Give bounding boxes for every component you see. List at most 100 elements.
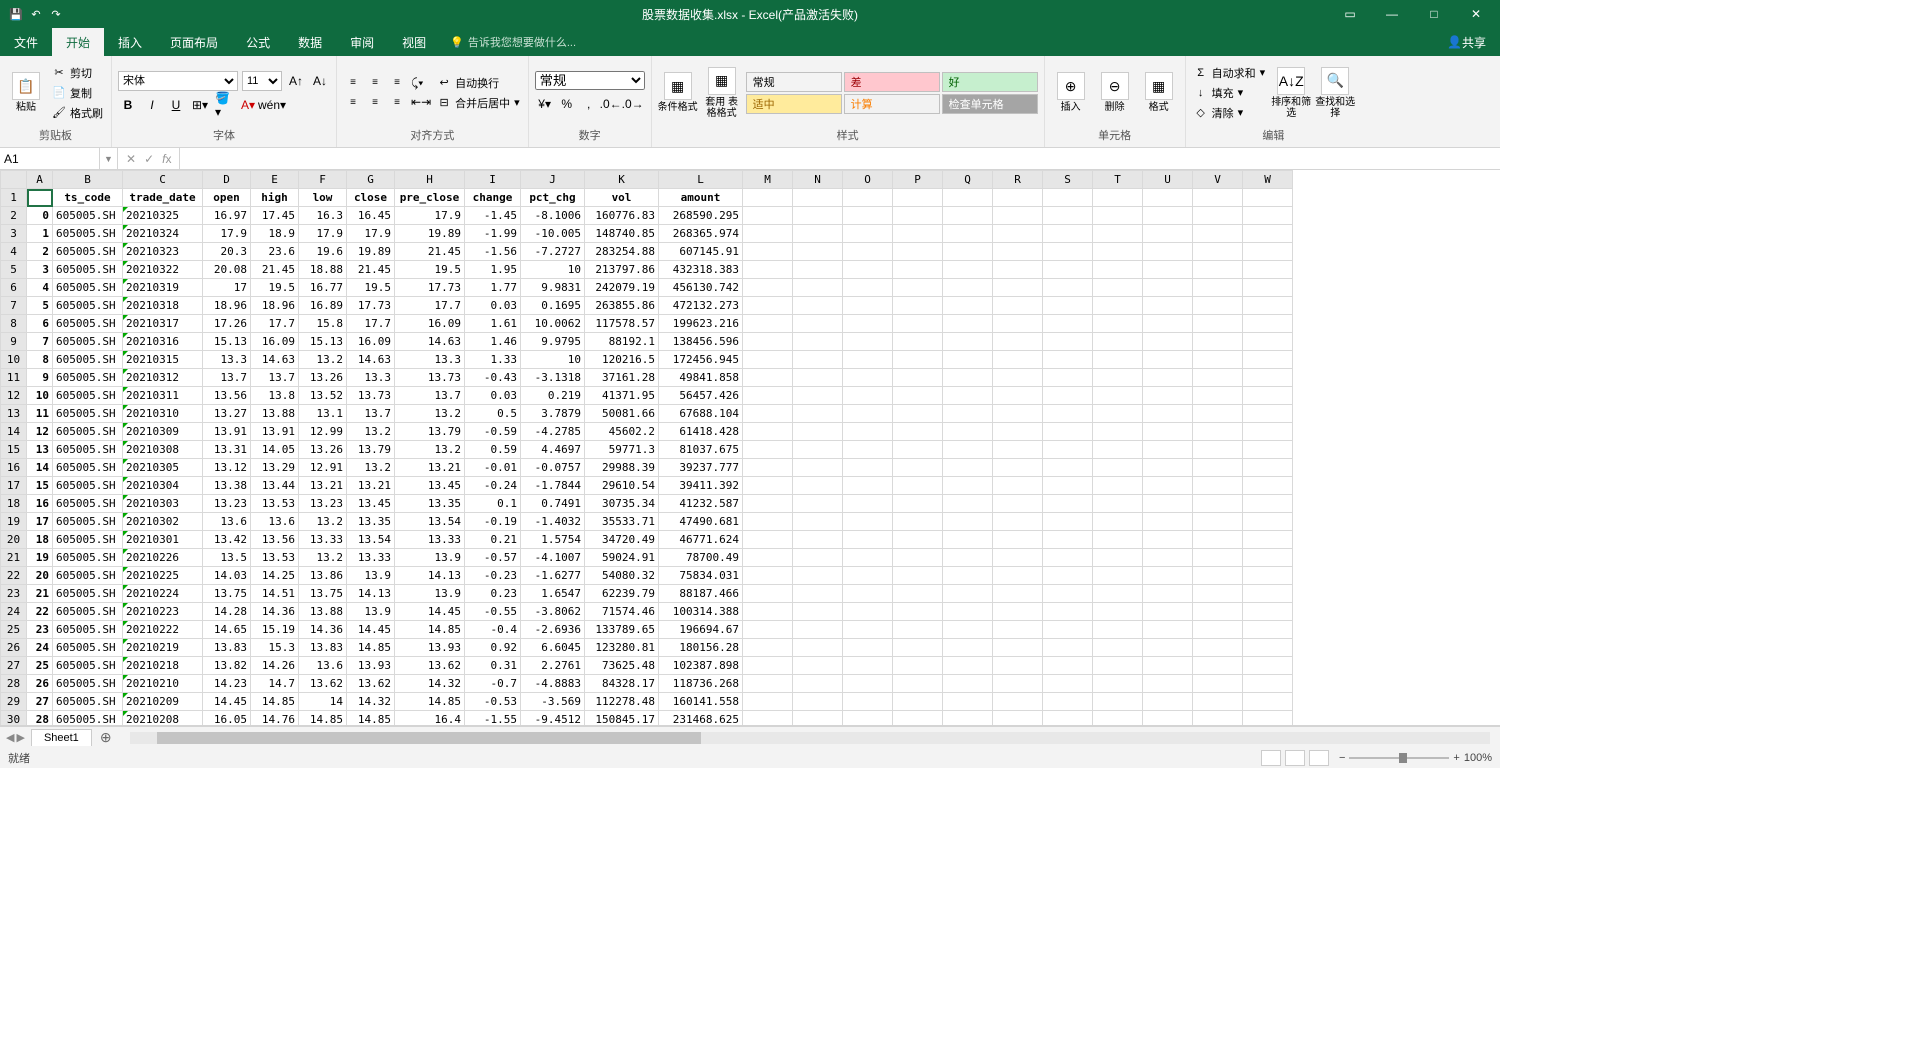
format-button[interactable]: ▦格式 bbox=[1139, 61, 1179, 125]
cell[interactable] bbox=[893, 513, 943, 531]
cell[interactable] bbox=[843, 477, 893, 495]
cell[interactable] bbox=[943, 225, 993, 243]
cell[interactable] bbox=[893, 351, 943, 369]
cell[interactable] bbox=[943, 369, 993, 387]
col-header[interactable]: I bbox=[465, 171, 521, 189]
row-header[interactable]: 13 bbox=[1, 405, 27, 423]
cell[interactable]: 1 bbox=[27, 225, 53, 243]
cell[interactable]: 7 bbox=[27, 333, 53, 351]
cell[interactable]: 2.2761 bbox=[521, 657, 585, 675]
cell[interactable]: 14.25 bbox=[251, 567, 299, 585]
cell[interactable]: 605005.SH bbox=[53, 297, 123, 315]
cell[interactable]: 13.2 bbox=[299, 513, 347, 531]
cell[interactable] bbox=[1043, 189, 1093, 207]
cell[interactable]: 16.97 bbox=[203, 207, 251, 225]
cell[interactable] bbox=[743, 549, 793, 567]
cell[interactable] bbox=[1093, 351, 1143, 369]
cell[interactable] bbox=[1243, 693, 1293, 711]
cell[interactable] bbox=[843, 243, 893, 261]
cell[interactable]: -0.0757 bbox=[521, 459, 585, 477]
cell[interactable] bbox=[1243, 279, 1293, 297]
cell[interactable] bbox=[843, 189, 893, 207]
cell[interactable]: 138456.596 bbox=[659, 333, 743, 351]
cell[interactable] bbox=[743, 261, 793, 279]
cell[interactable]: 8 bbox=[27, 351, 53, 369]
col-header[interactable]: W bbox=[1243, 171, 1293, 189]
cell[interactable]: 1.61 bbox=[465, 315, 521, 333]
cell[interactable] bbox=[1043, 279, 1093, 297]
cell[interactable]: 17.9 bbox=[347, 225, 395, 243]
cell[interactable] bbox=[1143, 693, 1193, 711]
style-neutral[interactable]: 适中 bbox=[746, 94, 842, 114]
cell[interactable] bbox=[1093, 405, 1143, 423]
cell[interactable]: 13.26 bbox=[299, 369, 347, 387]
cell[interactable] bbox=[1043, 531, 1093, 549]
row-header[interactable]: 17 bbox=[1, 477, 27, 495]
cell[interactable] bbox=[843, 675, 893, 693]
cell[interactable] bbox=[1093, 693, 1143, 711]
cell[interactable] bbox=[843, 369, 893, 387]
style-calc[interactable]: 计算 bbox=[844, 94, 940, 114]
cell[interactable] bbox=[843, 657, 893, 675]
cell[interactable]: 605005.SH bbox=[53, 207, 123, 225]
cell[interactable]: 14.85 bbox=[395, 621, 465, 639]
cell[interactable] bbox=[793, 621, 843, 639]
col-header[interactable]: U bbox=[1143, 171, 1193, 189]
cell[interactable] bbox=[1043, 333, 1093, 351]
tab-data[interactable]: 数据 bbox=[284, 28, 336, 56]
cell[interactable]: 39411.392 bbox=[659, 477, 743, 495]
cell[interactable] bbox=[743, 513, 793, 531]
cell[interactable] bbox=[1093, 621, 1143, 639]
cell[interactable]: 13.62 bbox=[395, 657, 465, 675]
cell[interactable]: 172456.945 bbox=[659, 351, 743, 369]
cell[interactable] bbox=[793, 495, 843, 513]
cell[interactable]: 14.63 bbox=[395, 333, 465, 351]
cell[interactable]: 26 bbox=[27, 675, 53, 693]
cell[interactable] bbox=[1243, 549, 1293, 567]
cell[interactable] bbox=[793, 639, 843, 657]
cell[interactable] bbox=[1193, 423, 1243, 441]
col-header[interactable]: P bbox=[893, 171, 943, 189]
cell[interactable]: 0.5 bbox=[465, 405, 521, 423]
col-header[interactable]: G bbox=[347, 171, 395, 189]
cell[interactable]: 16.77 bbox=[299, 279, 347, 297]
clear-button[interactable]: ◇清除 ▾ bbox=[1192, 104, 1268, 122]
cell[interactable] bbox=[1143, 711, 1193, 726]
cell[interactable]: 605005.SH bbox=[53, 261, 123, 279]
cell[interactable] bbox=[1193, 639, 1243, 657]
cell[interactable]: 199623.216 bbox=[659, 315, 743, 333]
cell[interactable] bbox=[1043, 423, 1093, 441]
cell[interactable] bbox=[743, 441, 793, 459]
cell[interactable]: 20210317 bbox=[123, 315, 203, 333]
cell[interactable] bbox=[843, 387, 893, 405]
cell[interactable]: 37161.28 bbox=[585, 369, 659, 387]
row-header[interactable]: 28 bbox=[1, 675, 27, 693]
col-header[interactable]: B bbox=[53, 171, 123, 189]
cell[interactable] bbox=[1043, 549, 1093, 567]
cell[interactable] bbox=[1193, 675, 1243, 693]
cell[interactable]: 16.89 bbox=[299, 297, 347, 315]
cell[interactable] bbox=[893, 585, 943, 603]
col-header[interactable]: T bbox=[1093, 171, 1143, 189]
cell[interactable] bbox=[1243, 333, 1293, 351]
cell[interactable]: 150845.17 bbox=[585, 711, 659, 726]
cell[interactable]: 0.23 bbox=[465, 585, 521, 603]
cell[interactable]: 13.6 bbox=[299, 657, 347, 675]
cell[interactable] bbox=[993, 189, 1043, 207]
cell[interactable] bbox=[1043, 567, 1093, 585]
cell[interactable]: 30735.34 bbox=[585, 495, 659, 513]
sheet-nav-prev-icon[interactable]: ◀ bbox=[6, 731, 14, 744]
cell[interactable]: 13.44 bbox=[251, 477, 299, 495]
cell[interactable] bbox=[1143, 459, 1193, 477]
cell[interactable] bbox=[1193, 369, 1243, 387]
cell[interactable]: vol bbox=[585, 189, 659, 207]
cell[interactable] bbox=[843, 549, 893, 567]
cell[interactable]: 13.52 bbox=[299, 387, 347, 405]
cell[interactable]: -0.57 bbox=[465, 549, 521, 567]
cell[interactable]: 10 bbox=[27, 387, 53, 405]
cell[interactable] bbox=[1243, 351, 1293, 369]
cell[interactable] bbox=[993, 621, 1043, 639]
cell[interactable]: 14.03 bbox=[203, 567, 251, 585]
tab-insert[interactable]: 插入 bbox=[104, 28, 156, 56]
cell[interactable]: 20210310 bbox=[123, 405, 203, 423]
